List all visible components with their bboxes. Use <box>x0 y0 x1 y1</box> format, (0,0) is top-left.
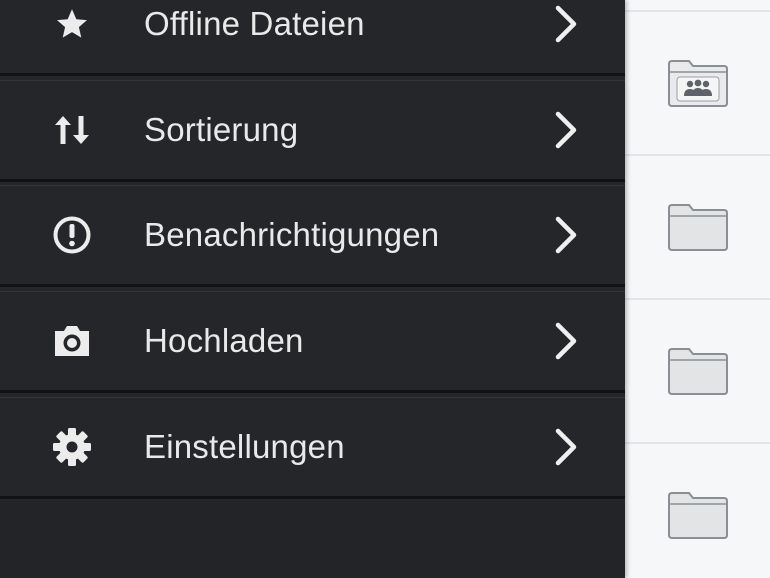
folder-icon <box>667 490 729 540</box>
menu-item-sorting[interactable]: Sortierung <box>0 80 625 182</box>
folder-icon <box>667 346 729 396</box>
list-item[interactable] <box>625 300 770 444</box>
chevron-right-icon <box>552 4 580 44</box>
chevron-right-icon <box>552 110 580 150</box>
menu-item-settings[interactable]: Einstellungen <box>0 397 625 499</box>
menu-item-offline-files[interactable]: Offline Dateien <box>0 0 625 76</box>
list-item-partial <box>625 0 770 12</box>
list-item[interactable] <box>625 12 770 156</box>
side-menu: Offline Dateien Sortierung Benachrichtig… <box>0 0 625 578</box>
menu-item-label: Einstellungen <box>144 427 345 465</box>
chevron-right-icon <box>552 427 580 467</box>
sort-arrows-icon <box>50 108 94 152</box>
chevron-right-icon <box>552 215 580 255</box>
folder-icon <box>667 202 729 252</box>
list-item[interactable] <box>625 444 770 578</box>
list-item[interactable] <box>625 156 770 300</box>
camera-icon <box>50 319 94 363</box>
chevron-right-icon <box>552 321 580 361</box>
gear-icon <box>50 425 94 469</box>
menu-item-label: Hochladen <box>144 321 304 359</box>
shared-folder-icon <box>667 58 729 108</box>
exclamation-circle-icon <box>50 213 94 257</box>
menu-item-label: Benachrichtigungen <box>144 215 440 253</box>
app-window: Offline Dateien Sortierung Benachrichtig… <box>0 0 770 578</box>
menu-item-notifications[interactable]: Benachrichtigungen <box>0 185 625 287</box>
menu-item-label: Offline Dateien <box>144 4 365 42</box>
folder-list <box>625 0 770 578</box>
menu-empty-area <box>0 501 625 578</box>
menu-item-upload[interactable]: Hochladen <box>0 291 625 393</box>
star-icon <box>50 2 94 46</box>
menu-item-label: Sortierung <box>144 110 299 148</box>
